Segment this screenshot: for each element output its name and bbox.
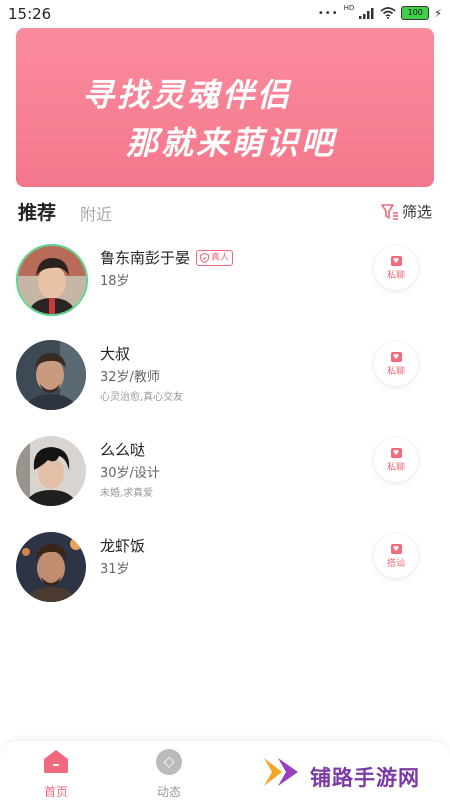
heart-message-icon: ♥: [390, 255, 402, 266]
greet-button[interactable]: ♥ 搭讪: [374, 534, 418, 578]
private-chat-button[interactable]: ♥ 私聊: [374, 342, 418, 386]
user-info: 30岁/设计: [100, 466, 160, 481]
charging-icon: ⚡: [434, 6, 442, 20]
user-info: 31岁: [100, 562, 130, 577]
signal-icon: [359, 7, 374, 19]
list-tabs: 推荐 附近 筛选: [18, 198, 432, 228]
user-name: 龙虾饭: [100, 535, 145, 556]
nav-home[interactable]: 首页: [26, 747, 86, 800]
wifi-icon: [380, 7, 396, 19]
user-row[interactable]: 鲁东南彭于晏 真人 18岁 ♥ 私聊: [0, 240, 450, 336]
heart-message-icon: ♥: [390, 351, 402, 362]
user-row[interactable]: 大叔 32岁/教师 心灵治愈,真心交友 ♥ 私聊: [0, 336, 450, 432]
status-time: 15:26: [8, 5, 52, 23]
tab-recommend[interactable]: 推荐: [18, 198, 56, 225]
user-info: 32岁/教师: [100, 370, 160, 385]
user-list: 鲁东南彭于晏 真人 18岁 ♥ 私聊 大叔 32岁/教师 心灵治愈,真心交友 ♥…: [0, 240, 450, 624]
chat-button-label: 私聊: [386, 270, 405, 281]
banner-subheadline: 那就来萌识吧: [126, 124, 337, 162]
chat-button-label: 私聊: [386, 366, 405, 377]
filter-label: 筛选: [401, 203, 432, 221]
promo-banner[interactable]: 寻找灵魂伴侣 那就来萌识吧: [16, 28, 434, 187]
heart-message-icon: ♥: [390, 543, 402, 554]
private-chat-button[interactable]: ♥ 私聊: [374, 438, 418, 482]
user-name-text: 么么哒: [100, 441, 146, 459]
chat-button-label: 私聊: [386, 462, 405, 473]
user-bio: 心灵治愈,真心交友: [100, 392, 184, 403]
user-name: 么么哒: [100, 439, 145, 460]
avatar[interactable]: [16, 244, 88, 316]
user-info: 18岁: [100, 274, 130, 289]
tab-nearby[interactable]: 附近: [80, 201, 112, 225]
status-icons: ••• HD 100 ⚡: [317, 4, 442, 20]
user-row[interactable]: 龙虾饭 31岁 ♥ 搭讪: [0, 528, 450, 624]
user-name-text: 大叔: [100, 345, 131, 363]
battery-icon: 100: [401, 6, 430, 20]
verified-label: 真人: [211, 252, 230, 263]
avatar[interactable]: [16, 532, 86, 602]
user-row[interactable]: 么么哒 30岁/设计 未婚,求真爱 ♥ 私聊: [0, 432, 450, 528]
user-name-text: 鲁东南彭于晏: [100, 249, 191, 267]
status-bar: 15:26 ••• HD 100 ⚡: [0, 0, 450, 28]
watermark-logo: 铺路手游网: [262, 752, 442, 798]
home-icon: [42, 747, 70, 775]
banner-headline: 寻找灵魂伴侣: [82, 76, 293, 114]
filter-button[interactable]: 筛选: [381, 201, 432, 222]
private-chat-button[interactable]: ♥ 私聊: [374, 246, 418, 290]
watermark-text: 铺路手游网: [310, 766, 420, 790]
verified-badge: 真人: [196, 249, 234, 266]
network-type: HD: [343, 4, 355, 12]
filter-icon: [381, 203, 398, 220]
user-name-text: 龙虾饭: [100, 537, 146, 555]
avatar[interactable]: [16, 340, 86, 410]
nav-moments[interactable]: ◇ 动态: [139, 747, 199, 800]
user-bio: 未婚,求真爱: [100, 488, 154, 499]
avatar[interactable]: [16, 436, 86, 506]
nav-moments-label: 动态: [156, 785, 181, 799]
shield-icon: [200, 252, 210, 263]
watermark-arrow-icon: [264, 758, 298, 786]
compass-icon: ◇: [156, 749, 182, 775]
heart-message-icon: ♥: [390, 447, 402, 458]
nav-home-label: 首页: [43, 785, 68, 799]
user-name: 大叔: [100, 343, 130, 364]
user-name: 鲁东南彭于晏 真人: [100, 247, 234, 268]
chat-button-label: 搭讪: [386, 558, 405, 569]
dots-icon: •••: [317, 7, 339, 19]
